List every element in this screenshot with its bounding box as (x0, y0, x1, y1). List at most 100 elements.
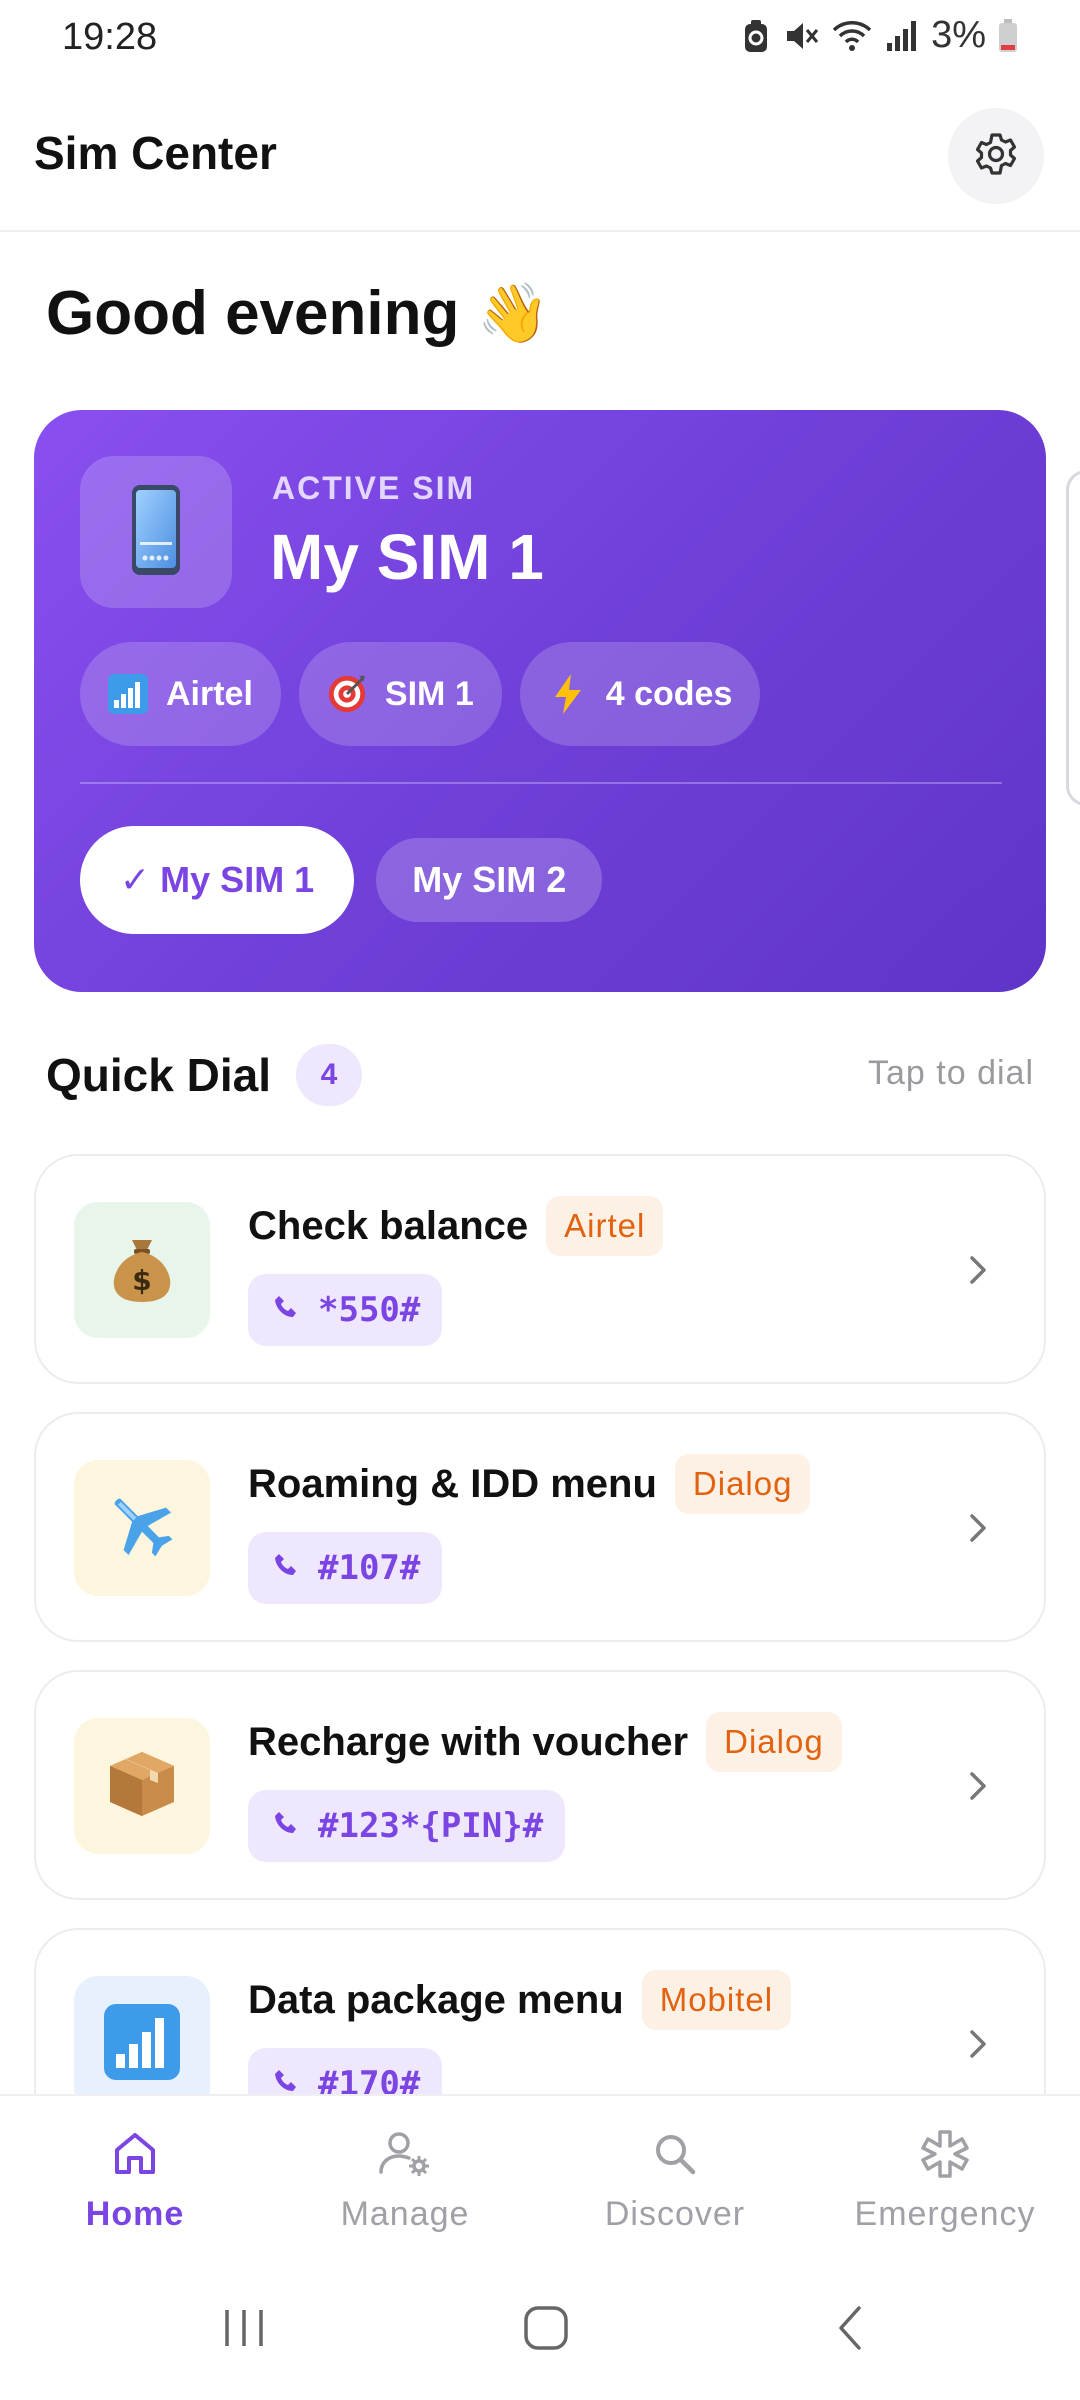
phone-call-icon (272, 2064, 300, 2094)
nav-home-label: Home (85, 2195, 185, 2233)
app-title: Sim Center (34, 127, 277, 179)
carrier-chip: Airtel (80, 642, 281, 746)
item-icon-box (74, 1718, 210, 1854)
sim-slot-chip-label: SIM 1 (384, 674, 474, 713)
item-title-row: Data package menu Mobitel (248, 1970, 792, 2030)
item-title: Recharge with voucher (248, 1719, 689, 1764)
card-divider (80, 782, 1002, 784)
gear-icon (973, 131, 1019, 182)
nav-emergency-label: Emergency (854, 2195, 1036, 2233)
quick-dial-header: Quick Dial 4 Tap to dial (46, 1040, 1036, 1110)
sim-tab-my-sim-2[interactable]: My SIM 2 (376, 838, 603, 922)
battery-icon (998, 18, 1018, 53)
active-sim-label: ACTIVE SIM (272, 470, 476, 506)
quick-dial-list: $ Check balance Airtel *550# Roaming & I… (34, 1154, 1046, 2094)
carrier-tag: Dialog (674, 1454, 811, 1514)
codes-count-chip: 4 codes (519, 642, 761, 746)
money-bag-icon: $ (106, 1232, 178, 1309)
carrier-tag: Dialog (706, 1712, 842, 1772)
carrier-tag: Mobitel (641, 1970, 792, 2030)
bottom-navigation: Home Manage Discover Emergency (0, 2094, 1080, 2260)
user-settings-icon (377, 2128, 433, 2185)
mute-icon (783, 18, 819, 54)
phone-icon (131, 484, 181, 581)
back-arrow-icon (835, 2304, 865, 2357)
svg-text:$: $ (132, 1264, 151, 1297)
home-icon (109, 2128, 161, 2185)
signal-bars-icon (108, 674, 148, 714)
dial-code: #107# (318, 1548, 421, 1588)
lightning-icon (548, 674, 588, 714)
chevron-right-icon (966, 1768, 990, 1809)
dial-code-chip: #123*{PIN}# (248, 1790, 566, 1862)
quick-dial-item-roaming-idd[interactable]: Roaming & IDD menu Dialog #107# (34, 1412, 1046, 1642)
status-time: 19:28 (62, 16, 158, 58)
active-sim-name: My SIM 1 (270, 521, 544, 593)
recent-apps-icon (221, 2306, 267, 2355)
home-circle-icon (522, 2304, 570, 2357)
chevron-right-icon (966, 1252, 990, 1293)
package-icon (104, 1746, 180, 1827)
item-title: Roaming & IDD menu (248, 1461, 657, 1506)
phone-call-icon (272, 1290, 300, 1330)
nav-emergency[interactable]: Emergency (810, 2096, 1080, 2262)
signal-bars-icon (104, 2003, 180, 2085)
recent-apps-button[interactable] (204, 2300, 284, 2360)
item-title-row: Roaming & IDD menu Dialog (248, 1454, 811, 1514)
sim-selector: ✓ My SIM 1 My SIM 2 (80, 826, 603, 934)
quick-dial-count-badge: 4 (296, 1044, 362, 1106)
home-system-button[interactable] (506, 2300, 586, 2360)
active-sim-card: ACTIVE SIM My SIM 1 Airtel SIM 1 4 codes… (34, 410, 1046, 992)
item-title-row: Recharge with voucher Dialog (248, 1712, 842, 1772)
status-bar: 19:28 3% (0, 0, 1080, 76)
cell-signal-icon (885, 19, 919, 53)
dial-code-chip: #170# (248, 2048, 443, 2094)
greeting-text: Good evening (46, 279, 460, 348)
data-saver-icon (741, 18, 771, 54)
dial-code-chip: *550# (248, 1274, 443, 1346)
item-title: Data package menu (248, 1977, 624, 2022)
nav-discover[interactable]: Discover (540, 2096, 810, 2262)
dial-code-chip: #107# (248, 1532, 443, 1604)
status-icons: 3% (741, 14, 1018, 57)
chevron-right-icon (966, 1510, 990, 1551)
airplane-icon (102, 1486, 182, 1571)
dial-code: *550# (318, 1290, 421, 1330)
settings-button[interactable] (948, 108, 1044, 204)
item-icon-box (74, 1460, 210, 1596)
nav-home[interactable]: Home (0, 2096, 270, 2262)
quick-dial-item-check-balance[interactable]: $ Check balance Airtel *550# (34, 1154, 1046, 1384)
sim-info-chips: Airtel SIM 1 4 codes (80, 642, 761, 746)
search-icon (649, 2128, 701, 2185)
waving-hand-icon: 👋 (477, 280, 550, 346)
carrier-tag: Airtel (546, 1196, 664, 1256)
carrier-chip-label: Airtel (166, 674, 253, 713)
sim-tab-my-sim-1[interactable]: ✓ My SIM 1 (80, 826, 355, 934)
nav-manage[interactable]: Manage (270, 2096, 540, 2262)
item-title-row: Check balance Airtel (248, 1196, 664, 1256)
nav-discover-label: Discover (604, 2195, 746, 2233)
sim-slot-chip: SIM 1 (298, 642, 502, 746)
nav-manage-label: Manage (340, 2195, 470, 2233)
greeting: Good evening 👋 (46, 278, 550, 349)
quick-dial-hint: Tap to dial (868, 1054, 1034, 1092)
dial-code: #123*{PIN}# (318, 1806, 544, 1846)
battery-percent: 3% (931, 14, 986, 56)
item-title: Check balance (248, 1203, 529, 1248)
phone-call-icon (272, 1548, 300, 1588)
item-icon-box: $ (74, 1202, 210, 1338)
quick-dial-title: Quick Dial (46, 1049, 271, 1101)
back-button[interactable] (810, 2300, 890, 2360)
asterisk-icon (919, 2128, 971, 2185)
system-navigation-bar (0, 2260, 1080, 2400)
quick-dial-item-recharge-voucher[interactable]: Recharge with voucher Dialog #123*{PIN}# (34, 1670, 1046, 1900)
chevron-right-icon (966, 2026, 990, 2067)
target-icon (327, 674, 367, 714)
phone-call-icon (272, 1806, 300, 1846)
horizontal-scroll-peek (1066, 470, 1080, 806)
phone-icon-box (80, 456, 232, 608)
item-icon-box (74, 1976, 210, 2094)
quick-dial-item-data-package[interactable]: Data package menu Mobitel #170# (34, 1928, 1046, 2094)
dial-code: #170# (318, 2064, 421, 2094)
codes-count-chip-label: 4 codes (605, 674, 733, 713)
